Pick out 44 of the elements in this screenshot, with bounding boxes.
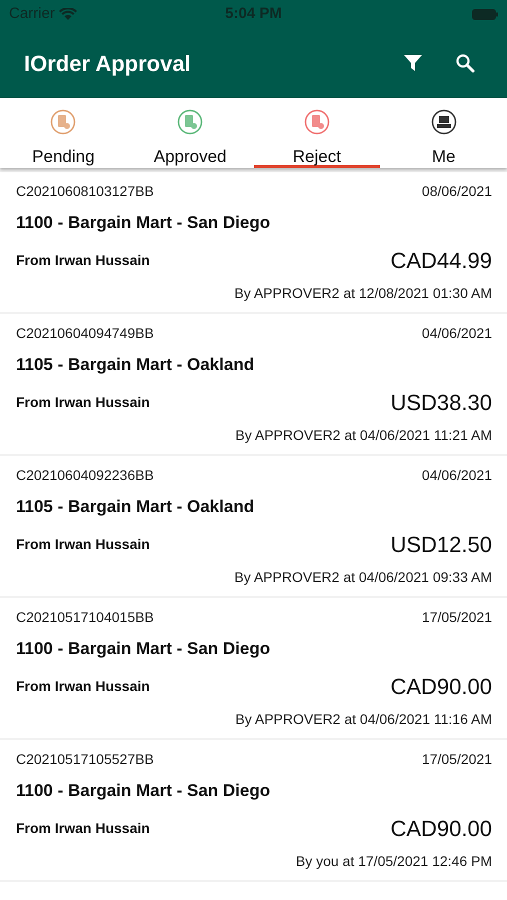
approval-info: By APPROVER2 at 04/06/2021 11:16 AM	[235, 710, 492, 729]
requester-name: From Irwan Hussain	[16, 818, 150, 838]
order-code: C20210608103127BB	[16, 182, 154, 201]
order-card[interactable]: C20210604092236BB 04/06/2021 1105 - Bargain Mart - Oakland From Irwan Hussain USD12.50 By APPROVER2 at 04/06/2021 09:33 AM	[0, 456, 507, 596]
order-card[interactable]: C20210517105527BB 17/05/2021 1100 - Bargain Mart - San Diego From Irwan Hussain CAD90.00 By you at 17/05/2021 12:46 PM	[0, 740, 507, 880]
store-name: 1100 - Bargain Mart - San Diego	[16, 212, 272, 234]
tab[interactable]: Me	[380, 144, 507, 168]
store-name: 1100 - Bargain Mart - San Diego	[16, 780, 272, 802]
requester-name: From Irwan Hussain	[16, 676, 150, 696]
order-amount: CAD44.99	[390, 246, 492, 274]
order-amount: USD12.50	[390, 530, 492, 558]
approval-info: By APPROVER2 at 04/06/2021 11:21 AM	[235, 426, 492, 445]
order-amount: USD38.30	[390, 388, 492, 416]
order-date: 04/06/2021	[422, 324, 492, 343]
order-code: C20210517104015BB	[16, 608, 154, 627]
app-title: IOrder Approval	[24, 50, 192, 78]
store-name: 1100 - Bargain Mart - San Diego	[16, 638, 272, 660]
tab[interactable]: Approved	[127, 144, 254, 168]
requester-name: From Irwan Hussain	[16, 534, 150, 554]
order-code: C20210604092236BB	[16, 466, 154, 485]
order-code: C20210517105527BB	[16, 750, 154, 769]
order-card[interactable]: C20210517104015BB 17/05/2021 1100 - Bargain Mart - San Diego From Irwan Hussain CAD90.00 By APPROVER2 at 04/06/2021 11:16 AM	[0, 598, 507, 738]
order-date: 17/05/2021	[422, 608, 492, 627]
approval-info: By you at 17/05/2021 12:46 PM	[296, 852, 492, 871]
order-card[interactable]: C20210608103127BB 08/06/2021 1100 - Bargain Mart - San Diego From Irwan Hussain CAD44.99 By APPROVER2 at 12/08/2021 01:30 AM	[0, 172, 507, 312]
tab[interactable]: Pending	[0, 144, 126, 168]
order-date: 04/06/2021	[422, 466, 492, 485]
order-code: C20210604094749BB	[16, 324, 154, 343]
approval-info: By APPROVER2 at 12/08/2021 01:30 AM	[234, 284, 492, 303]
requester-name: From Irwan Hussain	[16, 392, 150, 412]
battery-icon	[472, 8, 498, 20]
search-icon[interactable]	[455, 53, 475, 73]
approval-info: By APPROVER2 at 04/06/2021 09:33 AM	[234, 568, 492, 587]
store-name: 1105 - Bargain Mart - Oakland	[16, 354, 256, 376]
order-amount: CAD90.00	[390, 814, 492, 842]
wifi-icon	[58, 8, 77, 20]
order-amount: CAD90.00	[390, 672, 492, 700]
store-name: 1105 - Bargain Mart - Oakland	[16, 496, 256, 518]
filter-icon[interactable]	[403, 53, 423, 73]
order-date: 17/05/2021	[422, 750, 492, 769]
order-card[interactable]: C20210604094749BB 04/06/2021 1105 - Bargain Mart - Oakland From Irwan Hussain USD38.30 By APPROVER2 at 04/06/2021 11:21 AM	[0, 314, 507, 454]
tab[interactable]: Reject	[254, 144, 380, 168]
requester-name: From Irwan Hussain	[16, 250, 150, 270]
order-date: 08/06/2021	[422, 182, 492, 201]
